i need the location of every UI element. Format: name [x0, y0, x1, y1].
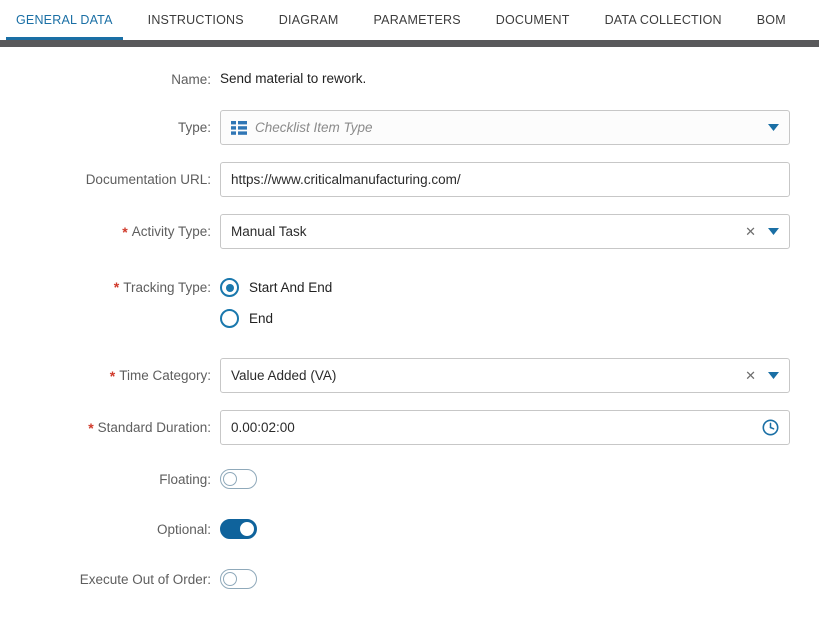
documentation-url-input[interactable]: https://www.criticalmanufacturing.com/ — [220, 162, 790, 197]
form-row-floating: Floating: — [0, 469, 819, 489]
required-asterisk: * — [122, 224, 127, 240]
execute-out-of-order-toggle[interactable] — [220, 569, 257, 589]
activity-type-value: Manual Task — [231, 224, 307, 239]
standard-duration-value: 0.00:02:00 — [231, 420, 295, 435]
name-value: Send material to rework. — [220, 71, 366, 86]
tab-bom[interactable]: BOM — [755, 0, 788, 40]
tab-instructions[interactable]: INSTRUCTIONS — [146, 0, 246, 40]
type-value: Checklist Item Type — [255, 120, 373, 135]
tab-general-data[interactable]: GENERAL DATA — [14, 0, 115, 40]
activity-type-label: Activity Type: — [132, 224, 211, 239]
general-data-form: Name: Send material to rework. Type: — [0, 47, 819, 589]
clear-icon[interactable]: ✕ — [745, 368, 756, 384]
form-row-tracking-type: * Tracking Type: Start And End End — [0, 276, 819, 328]
chevron-down-icon[interactable] — [768, 372, 779, 379]
floating-label: Floating: — [159, 472, 211, 487]
tracking-type-label: Tracking Type: — [123, 280, 211, 295]
execute-out-of-order-label: Execute Out of Order: — [80, 572, 211, 587]
type-dropdown[interactable]: Checklist Item Type — [220, 110, 790, 145]
form-row-optional: Optional: — [0, 519, 819, 539]
toggle-knob — [223, 472, 237, 486]
clock-icon[interactable] — [762, 419, 779, 436]
required-asterisk: * — [110, 368, 115, 384]
radio-icon[interactable] — [220, 309, 239, 328]
type-label: Type: — [178, 120, 211, 135]
radio-icon[interactable] — [220, 278, 239, 297]
form-row-documentation-url: Documentation URL: https://www.criticalm… — [0, 162, 819, 197]
documentation-url-value: https://www.criticalmanufacturing.com/ — [231, 172, 461, 187]
tab-diagram[interactable]: DIAGRAM — [277, 0, 341, 40]
form-row-type: Type: Checklist Item Type — [0, 110, 819, 145]
form-row-activity-type: * Activity Type: Manual Task ✕ — [0, 214, 819, 249]
radio-start-and-end[interactable]: Start And End — [220, 278, 790, 297]
name-label: Name: — [171, 72, 211, 87]
form-row-standard-duration: * Standard Duration: 0.00:02:00 — [0, 410, 819, 445]
time-category-dropdown[interactable]: Value Added (VA) ✕ — [220, 358, 790, 393]
tab-bar: GENERAL DATA INSTRUCTIONS DIAGRAM PARAME… — [0, 0, 819, 40]
toggle-knob — [240, 522, 254, 536]
form-row-time-category: * Time Category: Value Added (VA) ✕ — [0, 358, 819, 393]
radio-end[interactable]: End — [220, 309, 790, 328]
tab-document[interactable]: DOCUMENT — [494, 0, 572, 40]
tab-data-collection[interactable]: DATA COLLECTION — [603, 0, 724, 40]
activity-type-dropdown[interactable]: Manual Task ✕ — [220, 214, 790, 249]
radio-label: Start And End — [249, 280, 332, 295]
toggle-knob — [223, 572, 237, 586]
time-category-value: Value Added (VA) — [231, 368, 336, 383]
chevron-down-icon[interactable] — [768, 228, 779, 235]
documentation-url-label: Documentation URL: — [86, 172, 211, 187]
clear-icon[interactable]: ✕ — [745, 224, 756, 240]
required-asterisk: * — [88, 420, 93, 436]
optional-label: Optional: — [157, 522, 211, 537]
required-asterisk: * — [114, 279, 119, 295]
floating-toggle[interactable] — [220, 469, 257, 489]
standard-duration-label: Standard Duration: — [98, 420, 211, 435]
optional-toggle[interactable] — [220, 519, 257, 539]
form-row-name: Name: Send material to rework. — [0, 70, 819, 88]
time-category-label: Time Category: — [119, 368, 211, 383]
tab-parameters[interactable]: PARAMETERS — [372, 0, 463, 40]
chevron-down-icon[interactable] — [768, 124, 779, 131]
radio-label: End — [249, 311, 273, 326]
form-row-execute-out-of-order: Execute Out of Order: — [0, 569, 819, 589]
horizontal-scrollbar[interactable] — [0, 40, 819, 47]
tracking-type-radio-group: Start And End End — [220, 276, 790, 328]
standard-duration-input[interactable]: 0.00:02:00 — [220, 410, 790, 445]
checklist-type-icon — [231, 121, 247, 135]
